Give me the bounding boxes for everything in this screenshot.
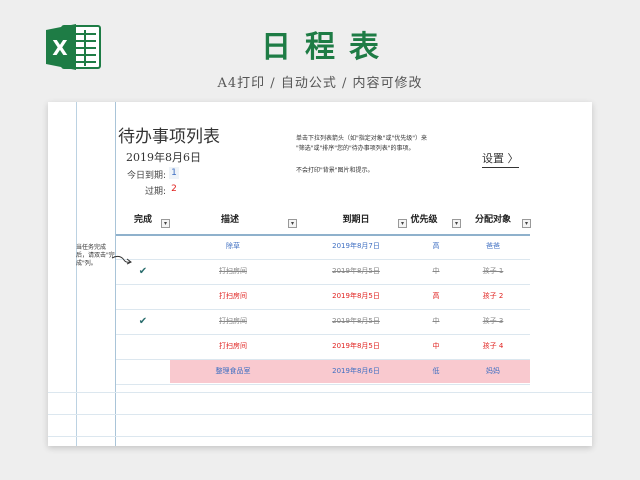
task-assignee[interactable]: 孩子 1	[456, 259, 530, 284]
table-row[interactable]: 整理食品室 2019年8月6日 低 妈妈	[116, 359, 530, 385]
task-assignee[interactable]: 爸爸	[456, 234, 530, 259]
task-due-date[interactable]: 2019年8月7日	[296, 234, 416, 259]
task-assignee[interactable]: 孩子 3	[456, 309, 530, 334]
task-due-date[interactable]: 2019年8月5日	[296, 309, 416, 334]
task-description[interactable]: 除草	[170, 234, 296, 259]
task-description[interactable]: 整理食品室	[170, 359, 296, 384]
task-description[interactable]: 打扫房间	[170, 334, 296, 359]
task-priority[interactable]: 中	[416, 259, 456, 284]
table-row[interactable]: 打扫房间 2019年8月5日 中 孩子 4	[116, 334, 530, 360]
gridline	[48, 414, 592, 415]
due-today-label: 今日到期:	[126, 171, 166, 181]
due-today-value: 1	[169, 167, 179, 179]
task-due-date[interactable]: 2019年8月6日	[296, 359, 416, 384]
gridline	[76, 102, 77, 446]
column-header-priority: 优先级	[410, 215, 438, 225]
dropdown-arrow-icon[interactable]: ▾	[522, 219, 531, 228]
task-priority[interactable]: 中	[416, 334, 456, 359]
overdue-value: 2	[171, 184, 177, 194]
check-icon[interactable]: ✔	[136, 259, 150, 284]
check-icon[interactable]: ✔	[136, 309, 150, 334]
task-due-date[interactable]: 2019年8月5日	[296, 259, 416, 284]
arrow-icon	[111, 255, 132, 265]
banner-title: 日程表	[261, 30, 393, 65]
check-icon[interactable]	[136, 234, 150, 259]
table-row[interactable]: 打扫房间 2019年8月5日 高 孩子 2	[116, 284, 530, 310]
gridline	[48, 392, 592, 393]
task-priority[interactable]: 低	[416, 359, 456, 384]
task-assignee[interactable]: 孩子 2	[456, 284, 530, 309]
hint-text: "筛选"或"排序"您的"待办事项列表"的事项。	[296, 145, 415, 152]
check-icon[interactable]	[136, 359, 150, 384]
table-row[interactable]: ✔ 打扫房间 2019年8月5日 中 孩子 1	[116, 259, 530, 285]
task-due-date[interactable]: 2019年8月5日	[296, 284, 416, 309]
sheet-date: 2019年8月6日	[126, 151, 201, 164]
check-icon[interactable]	[136, 284, 150, 309]
task-description[interactable]: 打扫房间	[170, 259, 296, 284]
table-row[interactable]: ✔ 打扫房间 2019年8月5日 中 孩子 3	[116, 309, 530, 335]
banner-subtitle: A4打印 / 自动公式 / 内容可修改	[217, 76, 423, 91]
table-row[interactable]: 除草 2019年8月7日 高 爸爸	[116, 234, 530, 260]
task-assignee[interactable]: 妈妈	[456, 359, 530, 384]
task-priority[interactable]: 中	[416, 309, 456, 334]
table-header: 完成 ▾ 描述 ▾ 到期日 ▾ 优先级 ▾ 分配对象 ▾	[116, 208, 531, 236]
sheet-title: 待办事项列表	[118, 127, 220, 147]
column-header-assignee: 分配对象	[474, 215, 511, 225]
task-priority[interactable]: 高	[416, 234, 456, 259]
hint-text: 不会打印"背景"图片和提示。	[296, 167, 374, 174]
column-header-description: 描述	[220, 215, 239, 225]
hint-text: 单击下拉列表箭头（如"指定对象"或"优先级"）来	[296, 135, 428, 142]
gridline	[48, 436, 592, 437]
spreadsheet-preview: 待办事项列表 2019年8月6日 今日到期: 1 过期: 2 单击下拉列表箭头（…	[48, 102, 592, 446]
task-due-date[interactable]: 2019年8月5日	[296, 334, 416, 359]
task-description[interactable]: 打扫房间	[170, 309, 296, 334]
overdue-label: 过期:	[144, 187, 166, 197]
check-icon[interactable]	[136, 334, 150, 359]
task-description[interactable]: 打扫房间	[170, 284, 296, 309]
settings-link[interactable]: 设置 〉	[482, 150, 519, 168]
dropdown-arrow-icon[interactable]: ▾	[161, 219, 170, 228]
task-assignee[interactable]: 孩子 4	[456, 334, 530, 359]
task-priority[interactable]: 高	[416, 284, 456, 309]
